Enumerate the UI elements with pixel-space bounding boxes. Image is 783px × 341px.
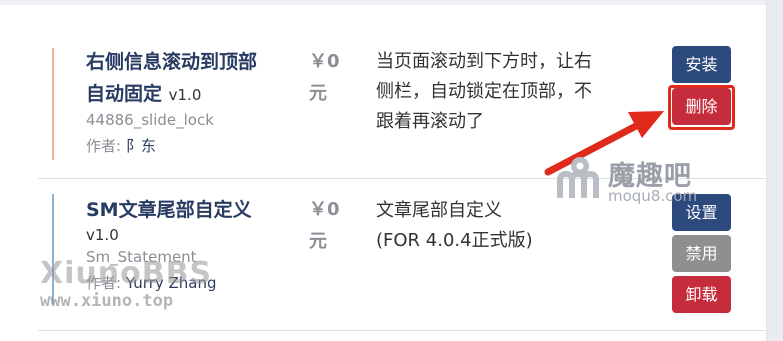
xiuno-watermark: XiunoBBS (40, 256, 213, 291)
brand-domain: moqu8.com (608, 187, 698, 205)
brand-watermark: 魔趣吧 moqu8.com (556, 156, 697, 205)
brand-logo-icon (557, 157, 599, 198)
xiuno-url-watermark: www.xiuno.top (40, 291, 174, 311)
